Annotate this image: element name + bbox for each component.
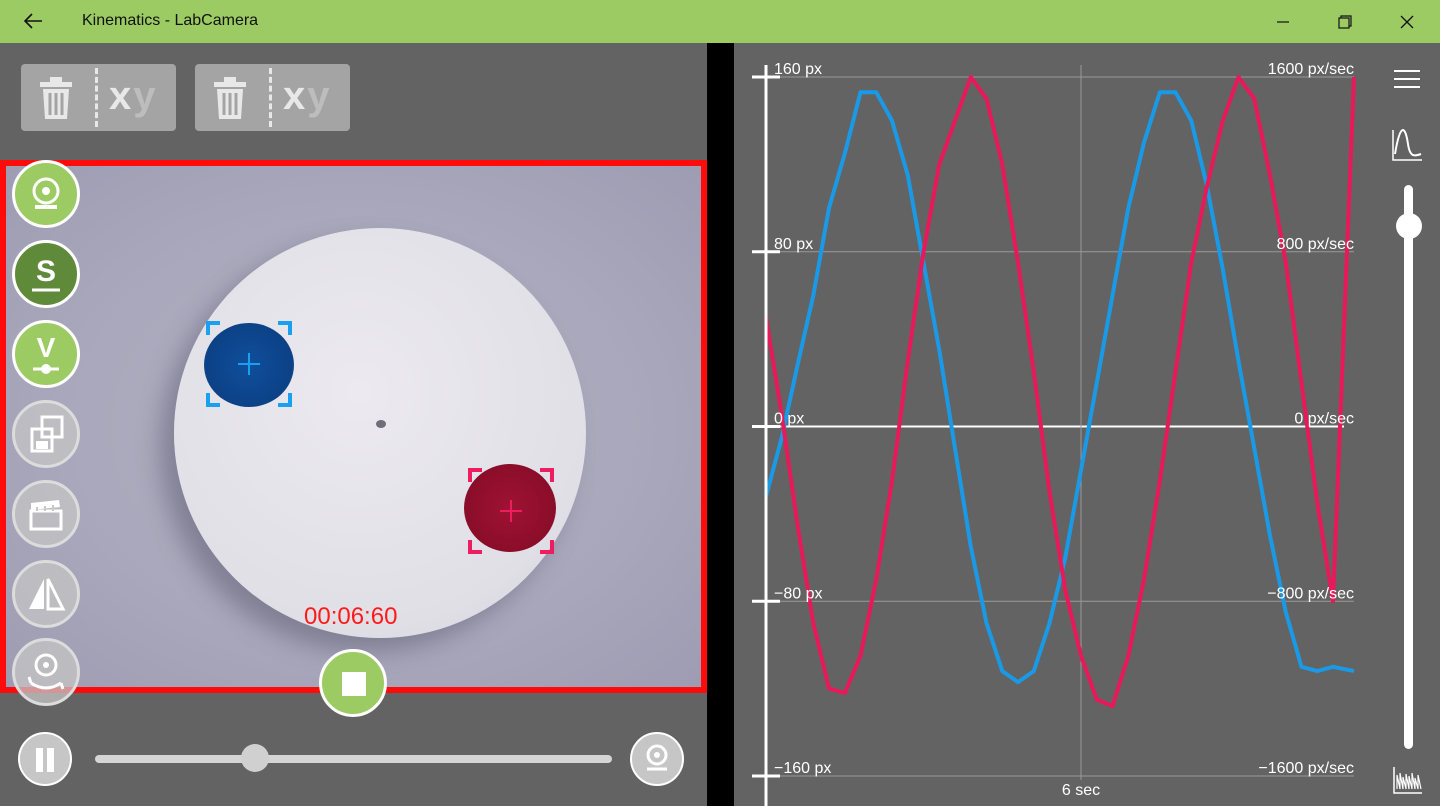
save-export-icon [30,415,64,453]
arrow-left-icon [23,13,42,29]
pause-icon-bar [47,748,54,772]
webcam-icon [646,744,668,771]
signal-wave-icon [1393,767,1422,794]
stop-recording-button[interactable] [319,649,387,717]
camera-switch-icon [27,653,65,690]
series-line-0 [764,90,1355,685]
y-left-tick-label: 80 px [774,236,813,253]
webcam-icon [32,177,60,209]
svg-text:V: V [37,332,56,363]
series-line-1 [764,75,1356,709]
y-right-tick-label: −1600 px/sec [1258,760,1354,777]
position-mode-button[interactable]: S [12,240,80,308]
pane-divider[interactable] [707,43,734,806]
chart-svg: 160 px 1600 px/sec 80 px 800 px/sec 0 px 0 px… [752,61,1356,806]
wave-graph-icon [1392,129,1422,161]
separator [95,68,98,127]
zoom-slider-thumb[interactable] [1396,213,1422,240]
signal-view-button[interactable] [1392,765,1424,795]
close-button[interactable] [1384,6,1430,38]
trash-icon [214,77,246,119]
red-tracker-crosshair[interactable] [468,468,554,554]
svg-text:S: S [36,255,56,288]
hamburger-menu-icon [1394,70,1420,88]
y-left-tick-label: 160 px [774,61,822,78]
xy-label: xy [283,74,332,118]
window-title: Kinematics - LabCamera [82,12,259,29]
y-right-tick-label: 0 px/sec [1294,411,1354,428]
video-clip-button[interactable] [12,480,80,548]
title-bar: Kinematics - LabCamera [0,0,1440,43]
save-data-button[interactable] [12,400,80,468]
switch-camera-button[interactable] [12,638,80,706]
clapperboard-icon [29,500,63,531]
stop-icon [342,672,366,696]
restore-icon [1338,15,1352,29]
trash-icon [40,77,72,119]
separator [269,68,272,127]
y-left-tick-label: −160 px [774,760,831,777]
xy-label: xy [109,74,158,118]
recording-timer: 00:06:60 [304,603,398,630]
minimize-button[interactable] [1260,6,1306,38]
y-right-tick-label: 800 px/sec [1277,236,1354,253]
s-underline-icon: S [32,255,60,292]
y-right-tick-label: −800 px/sec [1267,585,1354,602]
close-icon [1400,15,1414,29]
y-left-tick-label: −80 px [774,585,822,602]
clear-track-2-button[interactable]: xy [195,64,350,131]
blue-tracker-crosshair[interactable] [206,321,292,407]
disc-center-pin [376,420,386,428]
velocity-mode-button[interactable]: V [12,320,80,388]
mirror-button[interactable] [12,560,80,628]
kinematics-chart[interactable]: 160 px 1600 px/sec 80 px 800 px/sec 0 px 0 px… [734,43,1374,806]
playback-slider[interactable] [95,755,612,763]
v-marker-icon: V [33,332,59,374]
rotating-disc [174,228,586,638]
x-tick-label: 6 sec [1062,782,1100,799]
maximize-button[interactable] [1322,6,1368,38]
webcam-source-button[interactable] [12,160,80,228]
y-left-tick-label: 0 px [774,411,804,428]
mirror-flip-icon [29,578,66,611]
pause-button[interactable] [18,732,72,786]
zoom-slider[interactable] [1404,185,1413,749]
clear-track-1-button[interactable]: xy [21,64,176,131]
pause-icon [36,748,43,772]
camera-button[interactable] [630,732,684,786]
menu-button[interactable] [1392,66,1422,92]
graph-type-button[interactable] [1390,128,1424,162]
back-button[interactable] [18,6,48,36]
y-right-tick-label: 1600 px/sec [1268,61,1354,78]
minimize-icon [1277,21,1289,23]
